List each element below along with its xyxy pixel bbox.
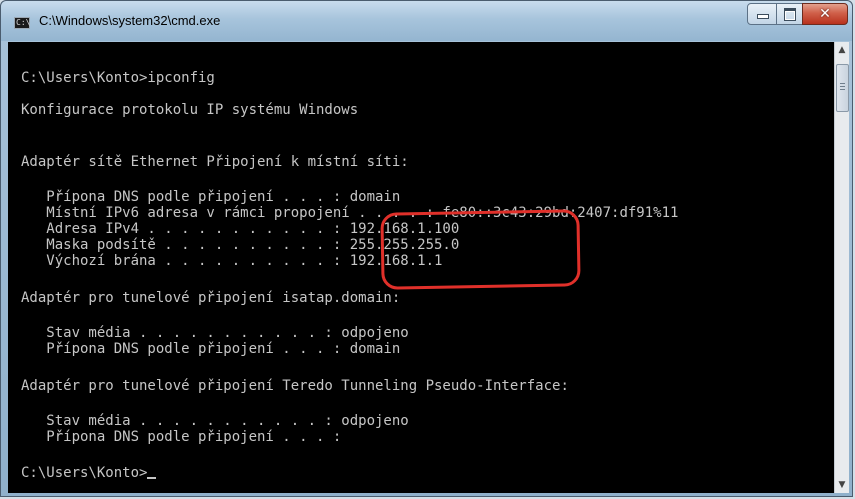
scrollbar-thumb[interactable]: [836, 64, 849, 112]
ethernet-default-gateway: Výchozí brána . . . . . . . . . . : 192.…: [21, 253, 443, 269]
ethernet-subnet-mask: Maska podsítě . . . . . . . . . . : 255.…: [21, 237, 460, 253]
window-title: C:\Windows\system32\cmd.exe: [39, 13, 221, 28]
command-line: C:\Users\Konto>ipconfig: [21, 70, 215, 86]
isatap-media-state: Stav média . . . . . . . . . . . : odpoj…: [21, 325, 409, 341]
close-icon: ✕: [819, 6, 831, 22]
title-bar[interactable]: C:\ C:\Windows\system32\cmd.exe ✕: [1, 1, 852, 41]
ethernet-ipv4: Adresa IPv4 . . . . . . . . . . . : 192.…: [21, 221, 460, 237]
ethernet-dns-suffix: Přípona DNS podle připojení . . . : doma…: [21, 189, 401, 205]
teredo-dns-suffix: Přípona DNS podle připojení . . . :: [21, 429, 342, 445]
maximize-button[interactable]: [776, 3, 803, 25]
minimize-icon: [757, 14, 769, 19]
scroll-up-arrow-icon[interactable]: ▲: [835, 42, 849, 58]
adapter-ethernet-title: Adaptér sítě Ethernet Připojení k místní…: [21, 154, 409, 170]
cmd-icon: C:\: [14, 17, 31, 29]
close-button[interactable]: ✕: [802, 3, 848, 25]
teredo-media-state: Stav média . . . . . . . . . . . : odpoj…: [21, 413, 409, 429]
vertical-scrollbar[interactable]: ▲ ▼: [834, 42, 849, 493]
output-heading: Konfigurace protokolu IP systému Windows: [21, 102, 359, 118]
maximize-icon: [784, 8, 796, 21]
scroll-down-arrow-icon[interactable]: ▼: [835, 477, 849, 493]
adapter-isatap-title: Adaptér pro tunelové připojení isatap.do…: [21, 290, 401, 306]
prompt-line[interactable]: C:\Users\Konto>: [21, 465, 157, 481]
isatap-dns-suffix: Přípona DNS podle připojení . . . : doma…: [21, 341, 401, 357]
grip-line: [840, 83, 845, 84]
text-cursor: [147, 477, 157, 479]
minimize-button[interactable]: [747, 3, 777, 25]
grip-line: [840, 89, 845, 90]
adapter-teredo-title: Adaptér pro tunelové připojení Teredo Tu…: [21, 378, 569, 394]
prompt-text: C:\Users\Konto>: [21, 465, 148, 481]
console-output[interactable]: C:\Users\Konto>ipconfig Konfigurace prot…: [8, 42, 834, 493]
ethernet-ipv6: Místní IPv6 adresa v rámci propojení . .…: [21, 205, 679, 221]
grip-line: [840, 86, 845, 87]
